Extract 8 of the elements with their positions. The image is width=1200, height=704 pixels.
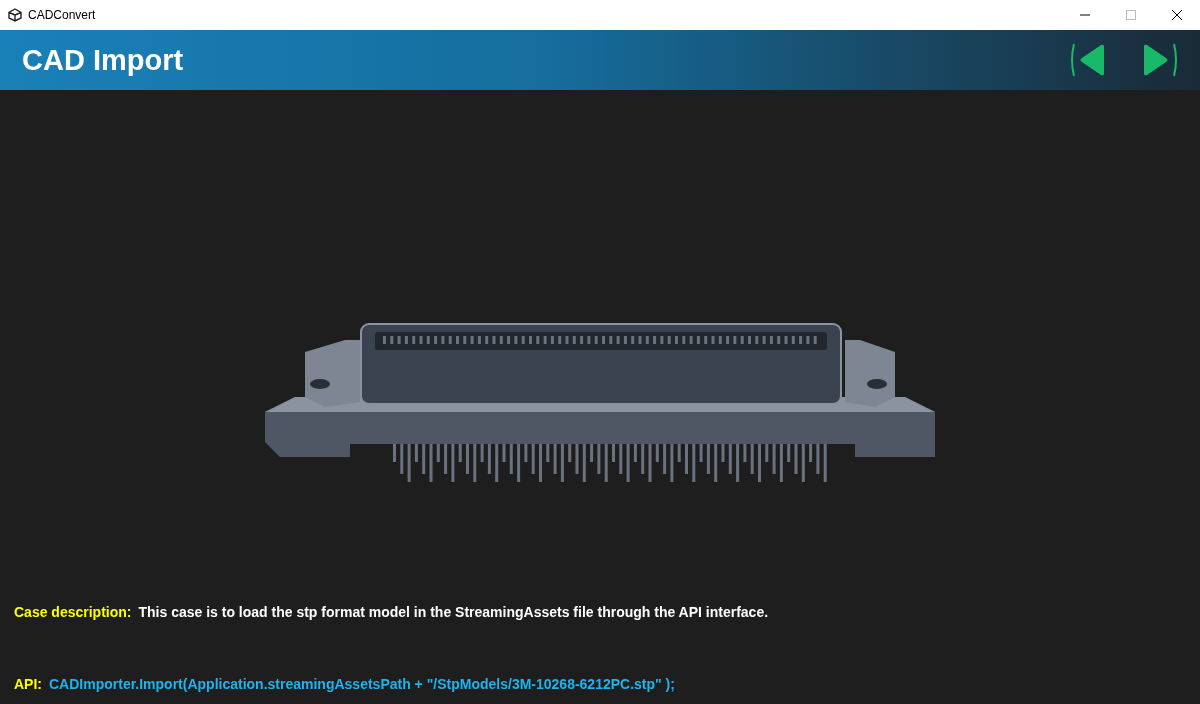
app-logo-icon: [8, 8, 22, 22]
api-code-text: CADImporter.Import(Application.streamingAssetsPath + "/StpModels/3M-10268-6212PC.stp" );: [49, 676, 675, 692]
close-icon[interactable]: [1172, 10, 1182, 20]
page-title: CAD Import: [22, 43, 185, 77]
window-title: CADConvert: [28, 8, 97, 22]
description-label: Case description:: [14, 604, 132, 620]
api-label: API:: [14, 676, 42, 692]
description-text: This case is to load the stp format model in the StreamingAssets file through the API interface.: [138, 604, 769, 620]
